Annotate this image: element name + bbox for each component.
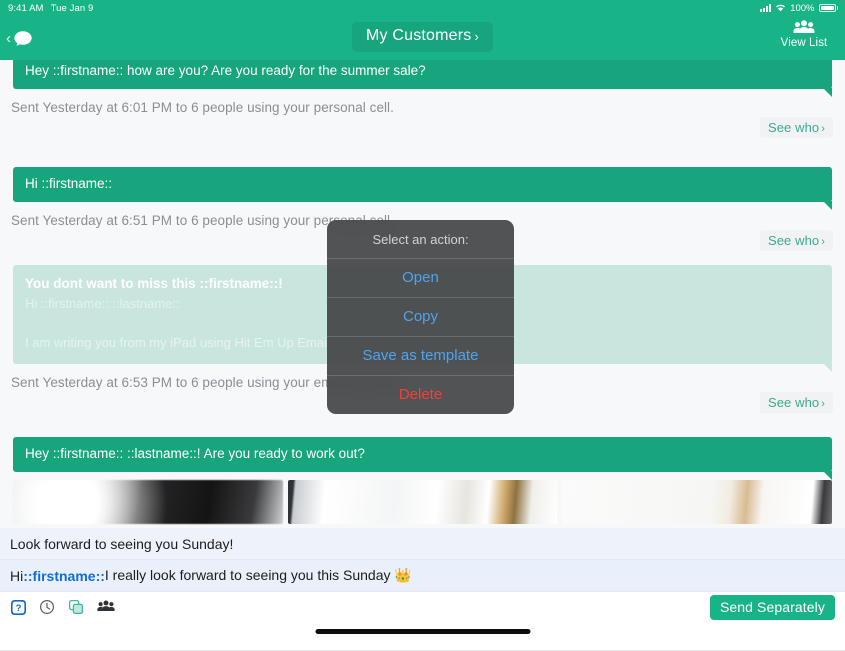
help-question-icon[interactable]: ? xyxy=(10,599,27,616)
chevron-right-icon: › xyxy=(821,236,825,249)
action-sheet: Select an action: Open Copy Save as temp… xyxy=(327,220,514,414)
bubble-tail xyxy=(823,88,832,98)
message-bubble-sms[interactable]: Hey ::firstname:: how are you? Are you r… xyxy=(13,60,832,98)
action-sheet-item-delete[interactable]: Delete xyxy=(327,376,514,414)
action-sheet-item-open[interactable]: Open xyxy=(327,259,514,298)
view-list-button[interactable]: View List xyxy=(773,19,835,49)
compose-area: Look forward to seeing you Sunday! Hi ::… xyxy=(0,528,845,651)
message-text: Hey ::firstname:: ::lastname::! Are you … xyxy=(25,445,365,461)
bubble-tail xyxy=(823,201,832,211)
group-people-icon xyxy=(793,19,815,36)
compose-body-token: ::firstname:: xyxy=(23,567,105,584)
message-group-1: Hey ::firstname:: how are you? Are you r… xyxy=(0,60,845,139)
duplicate-copy-icon[interactable] xyxy=(68,599,85,616)
see-who-button[interactable]: See who › xyxy=(759,230,833,252)
message-text: Hey ::firstname:: how are you? Are you r… xyxy=(25,63,426,78)
send-separately-button[interactable]: Send Separately xyxy=(709,595,835,620)
compose-subject-value: Look forward to seeing you Sunday! xyxy=(10,535,234,552)
view-list-label: View List xyxy=(780,37,828,49)
action-sheet-title: Select an action: xyxy=(327,220,514,259)
status-battery-percent: 100% xyxy=(790,2,815,14)
status-time: 9:41 AM xyxy=(8,2,44,14)
message-group-4: Hey ::firstname:: ::lastname::! Are you … xyxy=(0,436,845,524)
compose-body-field[interactable]: Hi ::firstname:: I really look forward t… xyxy=(0,560,845,592)
cellular-signal-icon xyxy=(760,4,772,12)
navigation-bar: ‹ My Customers › View List xyxy=(0,16,845,60)
compose-body-prefix: Hi xyxy=(10,567,24,584)
see-who-button[interactable]: See who › xyxy=(759,117,833,139)
action-sheet-item-copy[interactable]: Copy xyxy=(327,298,514,337)
message-sent-info: Sent Yesterday at 6:01 PM to 6 people us… xyxy=(11,100,394,116)
photo-thumbnail-3[interactable] xyxy=(562,479,833,524)
page-title-button[interactable]: My Customers › xyxy=(351,22,494,52)
status-date: Tue Jan 9 xyxy=(50,2,94,14)
nav-title-wrap: My Customers › xyxy=(0,22,845,52)
chevron-right-icon: › xyxy=(821,123,825,136)
group-people-icon[interactable] xyxy=(97,599,115,616)
chevron-right-icon: › xyxy=(474,28,480,44)
app-root: 9:41 AM Tue Jan 9 100% ‹ My Customers › … xyxy=(0,0,845,651)
bubble-tail xyxy=(823,470,832,480)
status-bar-left: 9:41 AM Tue Jan 9 xyxy=(8,3,93,14)
battery-full-icon xyxy=(818,4,838,12)
see-who-row-1: See who › xyxy=(0,115,845,139)
page-title: My Customers xyxy=(365,27,472,44)
wifi-icon xyxy=(775,3,786,14)
clock-schedule-icon[interactable] xyxy=(39,599,56,616)
message-text: Hi ::firstname:: xyxy=(25,176,113,192)
compose-subject-field[interactable]: Look forward to seeing you Sunday! xyxy=(0,528,845,560)
message-photo-row xyxy=(13,479,833,524)
see-who-button[interactable]: See who › xyxy=(759,391,833,413)
photo-thumbnail-2[interactable] xyxy=(287,479,558,524)
home-indicator xyxy=(315,629,530,634)
compose-body-suffix: I really look forward to seeing you this… xyxy=(104,567,412,583)
status-bar: 9:41 AM Tue Jan 9 100% xyxy=(0,0,845,16)
bubble-tail xyxy=(823,362,832,372)
chevron-right-icon: › xyxy=(821,397,825,410)
see-who-label: See who xyxy=(767,394,820,410)
status-bar-right: 100% xyxy=(760,3,838,14)
photo-thumbnail-1[interactable] xyxy=(13,479,283,524)
svg-text:?: ? xyxy=(16,603,22,614)
action-sheet-item-save-as-template[interactable]: Save as template xyxy=(327,337,514,376)
compose-toolbar: ? Send Separately xyxy=(0,592,845,622)
see-who-label: See who xyxy=(767,120,820,136)
see-who-label: See who xyxy=(767,233,820,249)
message-bubble-sms[interactable]: Hi ::firstname:: xyxy=(13,167,832,211)
message-bubble-sms[interactable]: Hey ::firstname:: ::lastname::! Are you … xyxy=(13,436,832,480)
